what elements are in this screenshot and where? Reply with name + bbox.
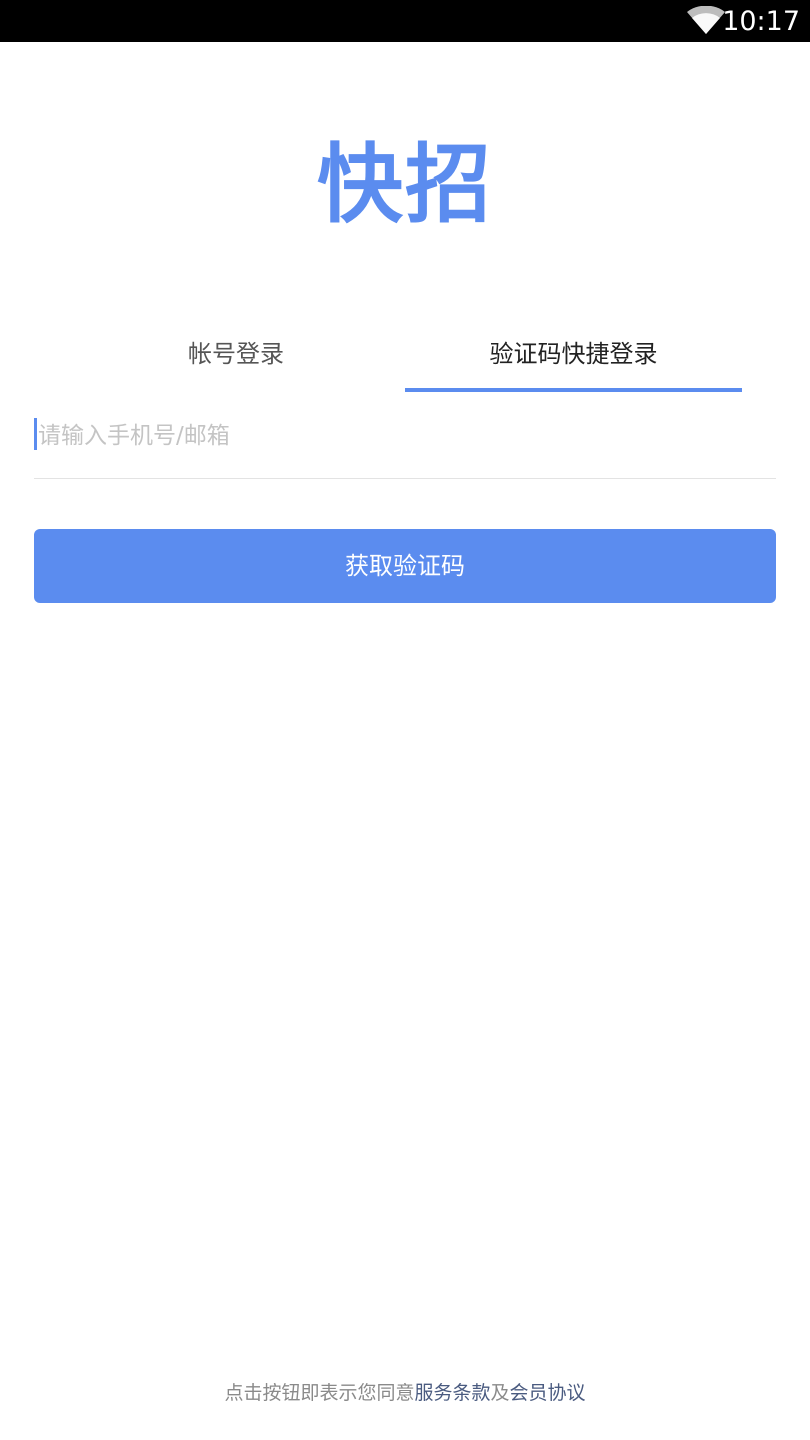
member-agreement-link[interactable]: 会员协议 <box>510 1382 586 1404</box>
agreement-notice: 点击按钮即表示您同意服务条款及会员协议 <box>0 1378 810 1408</box>
status-bar: 10:17 <box>0 0 810 42</box>
get-verification-code-button[interactable]: 获取验证码 <box>34 529 776 603</box>
wifi-icon <box>687 6 725 35</box>
phone-email-field <box>34 408 778 479</box>
terms-of-service-link[interactable]: 服务条款 <box>414 1382 490 1404</box>
phone-email-input[interactable] <box>34 414 778 458</box>
active-tab-indicator <box>405 388 742 392</box>
tab-sms-quick-login[interactable]: 验证码快捷登录 <box>405 330 742 378</box>
agreement-joiner: 及 <box>490 1382 510 1404</box>
tab-account-login[interactable]: 帐号登录 <box>68 330 404 378</box>
agreement-prefix: 点击按钮即表示您同意 <box>224 1382 415 1404</box>
status-time: 10:17 <box>722 6 800 37</box>
app-logo: 快招 <box>317 135 493 235</box>
